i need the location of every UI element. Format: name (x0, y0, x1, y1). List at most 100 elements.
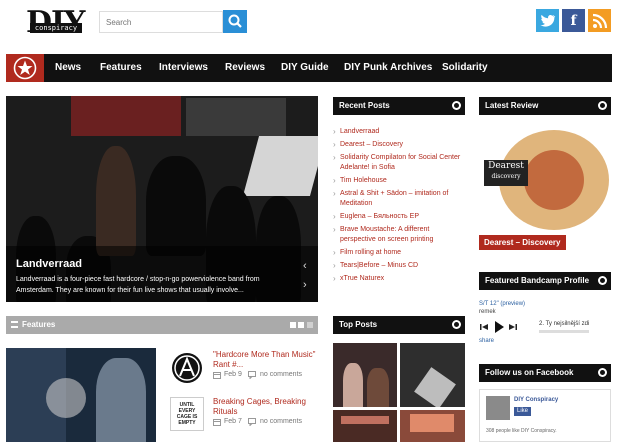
features-header: Features (6, 316, 318, 334)
hero-photo-wall (242, 136, 318, 196)
widget-toggle-icon[interactable] (452, 320, 461, 329)
latest-review-heading: Latest Review (485, 101, 539, 110)
facebook-button[interactable]: f (562, 9, 585, 32)
nav-news[interactable]: News (55, 54, 81, 82)
facebook-like-label: Like (517, 408, 529, 414)
nav-solidarity[interactable]: Solidarity (442, 54, 488, 82)
top-posts-header: Top Posts (333, 316, 465, 334)
recent-posts-list: Landverraad Dearest – Discovery Solidari… (333, 127, 465, 287)
cover-logo: Dearest discovery (484, 160, 528, 186)
bandcamp-heading: Featured Bandcamp Profile (485, 276, 590, 285)
anarchy-icon (172, 353, 202, 383)
feature-post-date: Feb 7 (224, 418, 242, 425)
bandcamp-artist[interactable]: remek (479, 308, 525, 316)
search-button[interactable] (223, 10, 247, 33)
progress-bar[interactable] (539, 330, 589, 333)
anarchy-thumb[interactable] (170, 351, 204, 385)
twitter-button[interactable] (536, 9, 559, 32)
hero-excerpt: Landverraad is a four-piece fast hardcor… (16, 276, 260, 294)
recent-post-link[interactable]: Brave Moustache: A different perspective… (333, 225, 465, 245)
feature-photo-shape (46, 378, 86, 418)
facebook-widget-header: Follow us on Facebook (479, 364, 611, 382)
search-input[interactable] (100, 12, 222, 33)
play-icon[interactable] (492, 320, 506, 334)
facebook-widget-heading: Follow us on Facebook (485, 368, 574, 377)
cage-thumb-text: UNTIL EVERY CAGE IS EMPTY (176, 402, 198, 426)
widget-toggle-icon[interactable] (452, 101, 461, 110)
slider-next-arrow-icon[interactable]: › (303, 279, 307, 291)
calendar-icon (213, 419, 221, 426)
search-icon (228, 14, 242, 28)
recent-post-link[interactable]: Dearest – Discovery (333, 140, 465, 150)
facebook-page-avatar[interactable] (486, 396, 510, 420)
review-cover-image[interactable]: Dearest discovery (479, 120, 611, 232)
latest-review-header: Latest Review (479, 97, 611, 115)
feature-post-comments[interactable]: no comments (260, 418, 302, 425)
review-title[interactable]: Dearest – Discovery (479, 235, 566, 250)
calendar-icon (213, 372, 221, 379)
top-post-thumb[interactable] (333, 410, 397, 442)
hero-photo-banner (186, 98, 286, 136)
grid-view-icon[interactable] (290, 322, 296, 328)
facebook-like-box: DIY Conspiracy Like 308 people like DIY … (479, 389, 611, 442)
recent-post-link[interactable]: Film rolling at home (333, 248, 465, 258)
rss-button[interactable] (588, 9, 611, 32)
feature-post-comments[interactable]: no comments (260, 371, 302, 378)
previous-track-icon[interactable] (479, 322, 489, 332)
bandcamp-track-line[interactable]: S/T 12" (preview) (479, 300, 525, 308)
cage-thumb[interactable]: UNTIL EVERY CAGE IS EMPTY (170, 397, 204, 431)
facebook-like-button[interactable]: Like (514, 407, 532, 416)
recent-post-link[interactable]: xTrue Naturex (333, 274, 465, 284)
features-heading: Features (22, 320, 56, 329)
recent-post-link[interactable]: Astral & Shit + Sädon – imitation of Med… (333, 189, 465, 209)
rss-icon (592, 13, 607, 28)
hero-title[interactable]: Landverraad (16, 258, 82, 270)
recent-post-link[interactable]: Euglena – Бяльность EP (333, 212, 465, 222)
recent-post-link[interactable]: Solidarity Compilaton for Social Center … (333, 153, 465, 173)
recent-post-link[interactable]: Landverraad (333, 127, 465, 137)
feature-photo-shape (96, 358, 146, 442)
hero-photo-figure (96, 146, 136, 256)
twitter-icon (540, 14, 555, 27)
recent-post-link[interactable]: Tim Holehouse (333, 176, 465, 186)
home-button[interactable] (6, 54, 44, 82)
cover-art-shape (524, 150, 584, 210)
list-view-icon[interactable] (298, 322, 304, 328)
bandcamp-header: Featured Bandcamp Profile (479, 272, 611, 290)
hero-photo-figure (146, 156, 206, 256)
site-logo[interactable]: DIY conspiracy (26, 8, 85, 40)
top-posts-grid (333, 343, 465, 442)
top-post-thumb[interactable] (400, 343, 465, 407)
nav-diy-punk-archives[interactable]: DIY Punk Archives (344, 54, 432, 82)
feature-post-title[interactable]: "Hardcore More Than Music" Rant #... (213, 350, 323, 370)
next-track-icon[interactable] (508, 322, 518, 332)
cover-title: discovery (491, 173, 521, 180)
main-nav: News Features Interviews Reviews DIY Gui… (6, 54, 612, 82)
nav-diy-guide[interactable]: DIY Guide (281, 54, 329, 82)
cover-band: Dearest (488, 161, 524, 171)
top-posts-heading: Top Posts (339, 320, 378, 329)
hero-photo-banner (71, 96, 181, 136)
top-post-thumb[interactable] (400, 410, 465, 442)
list-icon (11, 321, 18, 328)
share-link[interactable]: share (479, 338, 494, 344)
search-box[interactable] (99, 11, 223, 33)
widget-toggle-icon[interactable] (598, 101, 607, 110)
feature-image[interactable] (6, 348, 156, 442)
widget-toggle-icon[interactable] (598, 368, 607, 377)
hero-slider[interactable]: Landverraad Landverraad is a four-piece … (6, 96, 318, 302)
slider-view-icon[interactable] (307, 322, 313, 328)
recent-posts-heading: Recent Posts (339, 101, 390, 110)
widget-toggle-icon[interactable] (598, 276, 607, 285)
bandcamp-player: 2. Ty nejsilnější zdi (479, 320, 611, 334)
facebook-icon: f (570, 12, 577, 29)
feature-post-title[interactable]: Breaking Cages, Breaking Rituals (213, 397, 323, 417)
nav-features[interactable]: Features (100, 54, 142, 82)
slider-prev-arrow-icon[interactable]: ‹ (303, 260, 307, 272)
top-post-thumb[interactable] (333, 343, 397, 407)
recent-post-link[interactable]: Tears|Before – Minus CD (333, 261, 465, 271)
facebook-page-name[interactable]: DIY Conspiracy (514, 397, 558, 403)
nav-interviews[interactable]: Interviews (159, 54, 208, 82)
comment-icon (248, 418, 256, 426)
nav-reviews[interactable]: Reviews (225, 54, 265, 82)
